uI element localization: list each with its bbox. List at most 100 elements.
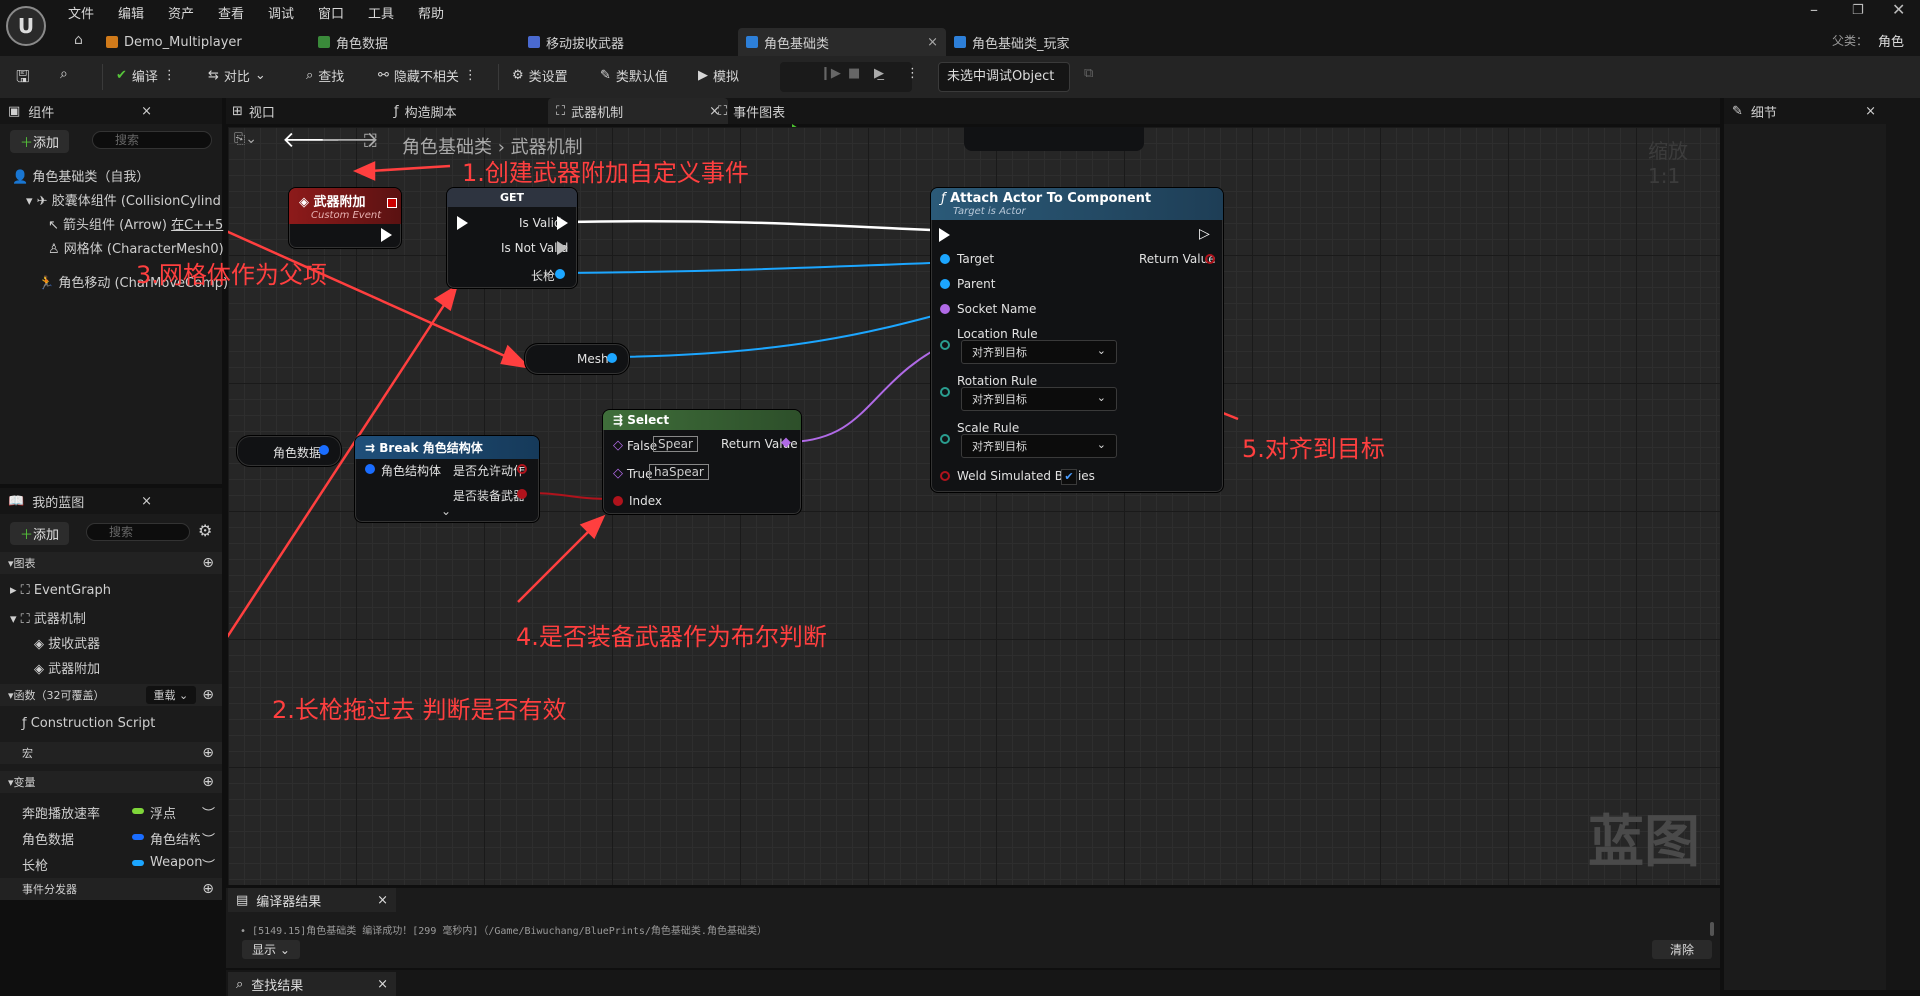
expand-icon[interactable]: ⌄ [441, 504, 451, 518]
custom-event-node[interactable]: ◈ 武器附加 Custom Event [288, 187, 402, 249]
class-settings-button[interactable]: ⚙ 类设置 [512, 66, 568, 85]
compile-button[interactable]: ✔ 编译 ⋮ [116, 66, 176, 85]
exec-in-pin[interactable] [939, 228, 950, 242]
scrollbar[interactable] [1710, 922, 1714, 936]
menu-debug[interactable]: 调试 [268, 3, 294, 22]
allow-action-pin[interactable] [517, 464, 527, 474]
tab-viewport[interactable]: ⊞ 视口 [232, 98, 275, 124]
event-item-draw-weapon[interactable]: ◈ 拔收武器 [34, 633, 100, 652]
variable-spear[interactable]: 长枪 Weapon ︶ [22, 855, 218, 874]
true-value-input[interactable]: haSpear [649, 464, 709, 480]
debug-filter-icon[interactable]: ⧉ [1084, 66, 1093, 81]
false-pin[interactable]: ◇ [613, 438, 623, 453]
true-pin[interactable]: ◇ [613, 466, 623, 481]
compiler-results-tab[interactable]: ▤ 编译器结果 × [228, 888, 396, 912]
break-struct-node[interactable]: ⇉ Break 角色结构体 角色结构体 是否允许动作 是否装备武器 ⌄ [354, 435, 540, 523]
character-data-node[interactable]: 角色数据 [236, 435, 342, 467]
tree-item-capsule[interactable]: ▾ ✈ 胶囊体组件 (CollisionCylind [26, 190, 222, 209]
tab-character-data[interactable]: 角色数据 [318, 28, 498, 56]
exec-out-pin[interactable] [381, 228, 392, 242]
clear-button[interactable]: 清除 [1652, 940, 1713, 959]
tab-demo-multiplayer[interactable]: Demo_Multiplayer [106, 28, 296, 56]
rotation-rule-dropdown[interactable]: 对齐到目标 ⌄ [961, 387, 1117, 411]
add-member-button[interactable]: ＋添加 [10, 522, 70, 545]
spear-output-pin[interactable] [555, 269, 565, 279]
scale-rule-dropdown[interactable]: 对齐到目标 ⌄ [961, 434, 1117, 458]
false-value-input[interactable]: Spear [653, 436, 698, 452]
tree-item-arrow[interactable]: ↖ 箭头组件 (Arrow) 在C++5 [48, 214, 223, 233]
eye-icon[interactable]: ︶ [202, 855, 215, 874]
tab-character-base[interactable]: 角色基础类 × [738, 28, 946, 56]
step-icon[interactable]: ❙▶ [820, 66, 841, 81]
tab-weapon-mechanics[interactable]: ⛶ 武器机制 × [548, 98, 728, 124]
tab-character-base-player[interactable]: 角色基础类_玩家 [954, 28, 1154, 56]
component-search-input[interactable]: 搜索 [92, 131, 212, 149]
graph-item-eventgraph[interactable]: ▸ ⛶ EventGraph [10, 583, 111, 598]
minimize-icon[interactable]: – [1810, 0, 1818, 19]
menu-edit[interactable]: 编辑 [118, 3, 144, 22]
menu-help[interactable]: 帮助 [418, 3, 444, 22]
location-rule-pin[interactable] [940, 340, 950, 350]
simulate-button[interactable]: ▶ 模拟 [698, 66, 739, 85]
tree-item-root[interactable]: 👤 角色基础类（自我） [12, 166, 149, 185]
is-not-valid-pin[interactable] [557, 241, 568, 255]
hide-unrelated-button[interactable]: ⚯ 隐藏不相关 ⋮ [378, 66, 477, 85]
add-component-button[interactable]: ＋添加 [10, 130, 70, 153]
eye-icon[interactable]: ︶ [202, 829, 215, 848]
attach-actor-node[interactable]: ƒ Attach Actor To Component Target is Ac… [930, 187, 1224, 493]
delegate-pin[interactable] [387, 198, 397, 208]
debug-object-select[interactable]: 未选中调试Object ⌄ [938, 62, 1070, 112]
class-defaults-button[interactable]: ✎ 类默认值 [600, 66, 668, 85]
eye-icon[interactable]: ︶ [202, 803, 215, 822]
stop-icon[interactable]: ■ [848, 66, 860, 81]
diff-button[interactable]: ⇆ 对比 ⌄ [208, 66, 266, 85]
show-dropdown[interactable]: 显示 ⌄ [242, 940, 300, 959]
index-pin[interactable] [613, 496, 623, 506]
close-panel-icon[interactable]: × [1865, 104, 1876, 119]
browse-icon[interactable]: ⌕ [60, 66, 68, 82]
add-variable-icon[interactable]: ⊕ [202, 774, 214, 790]
tab-construction-script[interactable]: ƒ 构造脚本 [394, 98, 457, 124]
return-value-pin[interactable]: ◆ [781, 435, 791, 450]
is-valid-pin[interactable] [557, 216, 568, 230]
rotation-rule-pin[interactable] [940, 387, 950, 397]
parent-pin[interactable] [940, 279, 950, 289]
close-panel-icon[interactable]: × [141, 494, 152, 509]
find-button[interactable]: ⌕ 查找 [306, 66, 344, 85]
parent-class-value[interactable]: 角色 [1878, 31, 1904, 50]
add-macro-icon[interactable]: ⊕ [202, 745, 214, 761]
eject-icon[interactable]: ▶̲ [874, 66, 884, 81]
add-graph-icon[interactable]: ⊕ [202, 555, 214, 571]
close-window-icon[interactable]: ✕ [1892, 0, 1905, 19]
close-panel-icon[interactable]: × [141, 104, 152, 119]
return-value-pin[interactable] [1205, 254, 1215, 264]
variable-character-data[interactable]: 角色数据 角色结构 ︶ [22, 829, 218, 848]
mesh-output-pin[interactable] [607, 353, 617, 363]
menu-view[interactable]: 查看 [218, 3, 244, 22]
tab-event-graph[interactable]: ⛶ 事件图表 [718, 98, 785, 124]
mesh-variable-node[interactable]: Mesh [524, 343, 630, 375]
gear-icon[interactable]: ⚙ [198, 521, 212, 540]
close-tab-icon[interactable]: × [927, 35, 938, 50]
override-dropdown[interactable]: 重载 ⌄ [145, 686, 197, 704]
blueprint-search-input[interactable]: 搜索 [86, 523, 190, 541]
weld-checkbox[interactable]: ✔ [1061, 469, 1077, 485]
more-icon[interactable]: ⋮ [464, 68, 477, 83]
tab-move-draw-weapon[interactable]: 移动拔收武器 [528, 28, 728, 56]
graph-item-weapon[interactable]: ▾ ⛶ 武器机制 [10, 608, 86, 627]
graph-canvas[interactable]: ⎘⌄ 🡐 🡒 ⛶ 角色基础类 › 武器机制 缩放1:1 蓝图 ◈ 武器附加 Cu… [228, 127, 1720, 885]
location-rule-dropdown[interactable]: 对齐到目标 ⌄ [961, 340, 1117, 364]
variable-run-rate[interactable]: 奔跑播放速率 浮点 ︶ [22, 803, 218, 822]
event-item-attach-weapon[interactable]: ◈ 武器附加 [34, 658, 100, 677]
add-dispatcher-icon[interactable]: ⊕ [202, 881, 214, 897]
close-tab-icon[interactable]: × [377, 977, 388, 992]
section-variables[interactable]: ▾ 变量 ⊕ [0, 771, 222, 793]
section-functions[interactable]: ▾ 函数（32可覆盖） 重载 ⌄ ⊕ [0, 684, 222, 706]
more-icon[interactable]: ⋮ [163, 68, 176, 83]
weld-pin[interactable] [940, 471, 950, 481]
save-icon[interactable]: 🖫 [16, 66, 30, 93]
section-graphs[interactable]: ▾ 图表 ⊕ [0, 552, 222, 574]
struct-input-pin[interactable] [365, 464, 375, 474]
equipped-pin[interactable] [517, 489, 527, 499]
scale-rule-pin[interactable] [940, 434, 950, 444]
